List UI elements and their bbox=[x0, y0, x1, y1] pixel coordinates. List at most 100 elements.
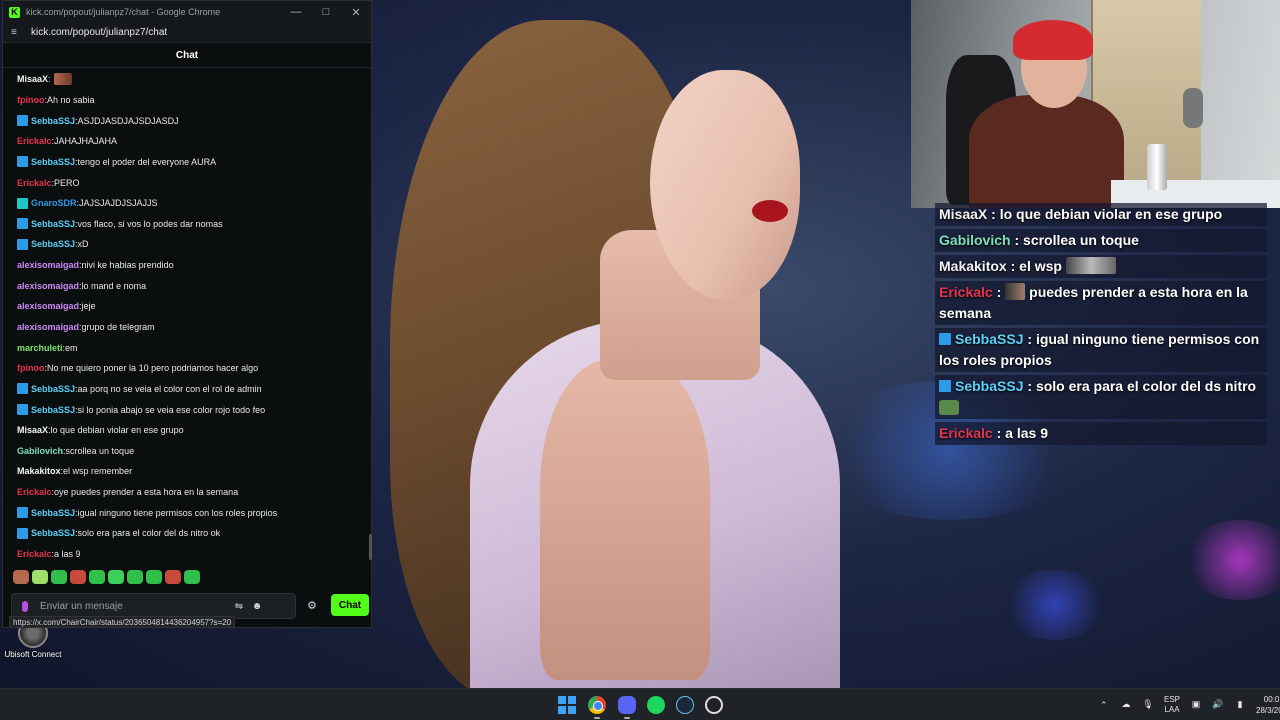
network-icon[interactable]: ▣ bbox=[1190, 699, 1202, 711]
microphone-icon[interactable] bbox=[22, 600, 28, 612]
chat-text: lo mand e noma bbox=[81, 280, 147, 291]
overlay-separator: : bbox=[1010, 232, 1024, 248]
webcam-feed bbox=[911, 0, 1280, 208]
chat-username[interactable]: SebbaSSJ bbox=[31, 219, 75, 229]
chat-username[interactable]: fpinoo bbox=[17, 363, 45, 373]
emote-button[interactable] bbox=[165, 570, 181, 584]
chat-username[interactable]: MisaaX bbox=[17, 425, 48, 435]
chat-username[interactable]: Gabilovich bbox=[17, 446, 63, 456]
chat-username[interactable]: SebbaSSJ bbox=[31, 528, 75, 538]
chat-text: No me quiero poner la 10 pero podriamos … bbox=[47, 363, 259, 374]
chat-text: JAHAJHAJAHA bbox=[54, 136, 118, 147]
app-icon[interactable] bbox=[705, 696, 723, 714]
chat-message: MisaaX: bbox=[3, 69, 365, 90]
discord-icon[interactable] bbox=[618, 696, 636, 714]
emote-button[interactable] bbox=[13, 570, 29, 584]
chat-text: xD bbox=[77, 239, 89, 250]
chat-username[interactable]: fpinoo bbox=[17, 95, 45, 105]
chat-message-input[interactable] bbox=[40, 600, 230, 612]
emote-button[interactable] bbox=[89, 570, 105, 584]
minimize-button[interactable]: — bbox=[281, 1, 311, 23]
chat-username[interactable]: Makakitox bbox=[17, 466, 61, 476]
chat-text: em bbox=[65, 342, 78, 353]
link-status-url: https://x.com/ChairChair/status/20365048… bbox=[9, 616, 236, 628]
chat-username[interactable]: Erickalc bbox=[17, 178, 52, 188]
emote-button[interactable] bbox=[51, 570, 67, 584]
clock[interactable]: 00:01 28/3/2026 bbox=[1256, 694, 1280, 716]
chat-username[interactable]: Erickalc bbox=[17, 549, 52, 559]
overlay-username: SebbaSSJ bbox=[955, 331, 1024, 347]
chat-username[interactable]: alexisomaigad bbox=[17, 260, 79, 270]
title-bar[interactable]: K kick.com/popout/julianpz7/chat - Googl… bbox=[3, 1, 371, 23]
chat-username[interactable]: alexisomaigad bbox=[17, 281, 79, 291]
windows-start-icon[interactable] bbox=[558, 696, 576, 714]
overlay-message: SebbaSSJ : igual ninguno tiene permisos … bbox=[935, 328, 1267, 372]
chat-text: aa porq no se veia el color con el rol d… bbox=[77, 383, 262, 394]
overlay-text: solo era para el color del ds nitro bbox=[1035, 378, 1257, 394]
microphone-tray-icon[interactable]: 🎙 bbox=[1142, 699, 1154, 711]
emoji-icon[interactable]: ☻ bbox=[248, 601, 266, 612]
spotify-icon[interactable] bbox=[647, 696, 665, 714]
chat-message: SebbaSSJ: vos flaco, si vos lo podes dar… bbox=[3, 213, 365, 234]
subscriber-badge-icon bbox=[17, 404, 28, 416]
maximize-button[interactable]: □ bbox=[311, 1, 341, 23]
tray-overflow-chevron-icon[interactable]: ⌃ bbox=[1100, 689, 1108, 720]
close-button[interactable]: ✕ bbox=[341, 1, 371, 23]
emote-button[interactable] bbox=[108, 570, 124, 584]
emote-button[interactable] bbox=[146, 570, 162, 584]
address-url[interactable]: kick.com/popout/julianpz7/chat bbox=[31, 27, 167, 38]
chat-text: a las 9 bbox=[54, 549, 81, 560]
wallpaper-figure-lips bbox=[752, 200, 788, 222]
onedrive-icon[interactable]: ☁ bbox=[1120, 699, 1132, 711]
chat-username[interactable]: Erickalc bbox=[17, 487, 52, 497]
volume-icon[interactable]: 🔊 bbox=[1212, 699, 1224, 711]
chat-username[interactable]: marchuleti bbox=[17, 343, 63, 353]
chat-text: scrollea un toque bbox=[65, 445, 135, 456]
overlay-emote-image bbox=[1005, 283, 1026, 300]
emote-button[interactable] bbox=[32, 570, 48, 584]
subscriber-badge-icon bbox=[17, 156, 28, 168]
clock-time: 00:01 bbox=[1263, 695, 1280, 704]
chat-username[interactable]: SebbaSSJ bbox=[31, 157, 75, 167]
overlay-message: Gabilovich : scrollea un toque bbox=[935, 229, 1267, 252]
system-tray: ☁ 🎙 ESP LAA ▣ 🔊 ▮ 00:01 28/3/2026 bbox=[1120, 689, 1280, 720]
steam-icon[interactable] bbox=[676, 696, 694, 714]
subscriber-badge-icon bbox=[17, 507, 28, 519]
subscriber-badge-icon bbox=[17, 218, 28, 230]
chat-text: jeje bbox=[81, 301, 96, 312]
stream-chat-overlay: MisaaX : lo que debian violar en ese gru… bbox=[935, 203, 1267, 448]
translate-icon[interactable]: ⇋ bbox=[230, 601, 248, 612]
emote-button[interactable] bbox=[184, 570, 200, 584]
chat-text: el wsp remember bbox=[63, 466, 133, 477]
chat-text: JAJSJAJDJSJAJJS bbox=[79, 198, 158, 209]
chat-username[interactable]: alexisomaigad bbox=[17, 301, 79, 311]
chat-username[interactable]: MisaaX bbox=[17, 74, 48, 84]
site-settings-icon[interactable]: ≡ bbox=[11, 27, 25, 38]
chat-username[interactable]: SebbaSSJ bbox=[31, 384, 75, 394]
chat-username[interactable]: alexisomaigad bbox=[17, 322, 79, 332]
chat-popout-window: K kick.com/popout/julianpz7/chat - Googl… bbox=[2, 0, 372, 628]
emote-button[interactable] bbox=[127, 570, 143, 584]
address-bar[interactable]: ≡ kick.com/popout/julianpz7/chat bbox=[3, 23, 371, 43]
language-indicator[interactable]: ESP LAA bbox=[1164, 695, 1180, 715]
gear-icon[interactable]: ⚙ bbox=[307, 599, 317, 612]
battery-icon[interactable]: ▮ bbox=[1234, 699, 1246, 711]
overlay-separator: : bbox=[1006, 258, 1020, 274]
chrome-icon[interactable] bbox=[588, 696, 606, 714]
chat-username[interactable]: Erickalc bbox=[17, 136, 52, 146]
chat-message-list[interactable]: MisaaX: fpinoo: Ah no sabia SebbaSSJ: ASJ… bbox=[3, 69, 365, 563]
chat-username[interactable]: SebbaSSJ bbox=[31, 405, 75, 415]
chat-message: marchuleti: em bbox=[3, 337, 365, 358]
chat-username[interactable]: SebbaSSJ bbox=[31, 116, 75, 126]
chat-username[interactable]: SebbaSSJ bbox=[31, 239, 75, 249]
overlay-text: a las 9 bbox=[1005, 425, 1048, 441]
chat-username[interactable]: SebbaSSJ bbox=[31, 508, 75, 518]
running-indicator bbox=[594, 717, 600, 719]
chat-scrollbar[interactable] bbox=[369, 534, 372, 560]
taskbar: ⌃ ☁ 🎙 ESP LAA ▣ 🔊 ▮ 00:01 28/3/2026 bbox=[0, 688, 1280, 720]
chat-message: Erickalc: oye puedes prender a esta hora… bbox=[3, 482, 365, 503]
emote-button[interactable] bbox=[70, 570, 86, 584]
send-chat-button[interactable]: Chat bbox=[331, 594, 369, 616]
chat-username[interactable]: GnaroSDR bbox=[31, 198, 77, 208]
chat-message: fpinoo: Ah no sabia bbox=[3, 90, 365, 111]
